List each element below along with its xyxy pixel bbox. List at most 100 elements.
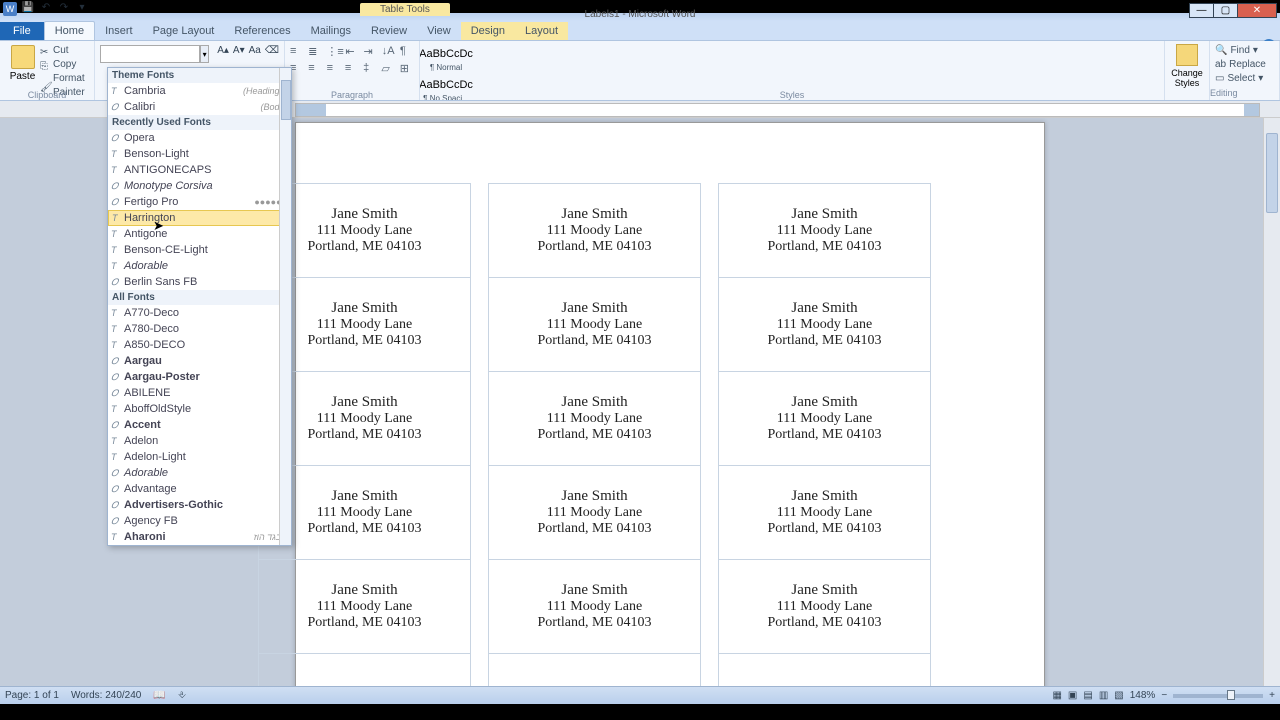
copy-button[interactable]: ⎘Copy bbox=[40, 58, 94, 72]
font-option-benson-ce-light[interactable]: TBenson-CE-Light bbox=[108, 242, 291, 258]
qat-more[interactable]: ▾ bbox=[75, 2, 89, 16]
status-overtype-icon[interactable]: ⎀ bbox=[178, 690, 186, 701]
clear-formatting-button[interactable]: ⌫ bbox=[265, 45, 279, 63]
label-cell[interactable]: Jane Smith111 Moody LanePortland, ME 041… bbox=[719, 184, 931, 278]
zoom-in-button[interactable]: + bbox=[1269, 690, 1275, 701]
tab-view[interactable]: View bbox=[417, 22, 461, 40]
window-maximize[interactable]: ▢ bbox=[1213, 3, 1238, 18]
paste-button[interactable]: Paste bbox=[5, 43, 40, 82]
align-center-button[interactable]: ≡ bbox=[308, 62, 322, 77]
font-option-aargau-poster[interactable]: 𝑂Aargau-Poster bbox=[108, 369, 291, 385]
multilevel-button[interactable]: ⋮≡ bbox=[326, 45, 341, 60]
label-cell[interactable]: Jane Smith111 Moody LanePortland, ME 041… bbox=[259, 560, 471, 654]
replace-button[interactable]: abReplace bbox=[1215, 58, 1274, 72]
font-option-advantage[interactable]: 𝑂Advantage bbox=[108, 481, 291, 497]
font-option-fertigo-pro[interactable]: 𝑂Fertigo Pro●●●●●● bbox=[108, 194, 291, 210]
font-option-agency-fb[interactable]: 𝑂Agency FB bbox=[108, 513, 291, 529]
vertical-scrollbar[interactable] bbox=[1263, 118, 1280, 686]
zoom-level[interactable]: 148% bbox=[1130, 690, 1156, 701]
font-option-monotype-corsiva[interactable]: 𝑂Monotype Corsiva bbox=[108, 178, 291, 194]
tab-page-layout[interactable]: Page Layout bbox=[143, 22, 225, 40]
label-cell[interactable]: Jane Smith111 Moody LanePortland, ME 041… bbox=[719, 466, 931, 560]
view-print-layout[interactable]: ▦ bbox=[1052, 690, 1061, 701]
status-proofing-icon[interactable]: 📖 bbox=[153, 690, 165, 701]
font-name-input[interactable] bbox=[100, 45, 200, 63]
status-page[interactable]: Page: 1 of 1 bbox=[5, 690, 59, 701]
bullets-button[interactable]: ≡ bbox=[290, 45, 304, 60]
document-page[interactable]: Jane Smith111 Moody LanePortland, ME 041… bbox=[295, 122, 1045, 686]
label-cell[interactable]: Jane Smith111 Moody LanePortland, ME 041… bbox=[719, 372, 931, 466]
font-option-harrington[interactable]: THarrington bbox=[108, 210, 291, 226]
font-option-adorable[interactable]: TAdorable bbox=[108, 258, 291, 274]
align-left-button[interactable]: ≡ bbox=[290, 62, 304, 77]
qat-save[interactable]: 💾 bbox=[21, 2, 35, 16]
font-option-a770-deco[interactable]: TA770-Deco bbox=[108, 305, 291, 321]
cut-button[interactable]: ✂Cut bbox=[40, 44, 94, 58]
tab-layout[interactable]: Layout bbox=[515, 22, 568, 40]
change-case-button[interactable]: Aa bbox=[249, 45, 261, 63]
font-option-adelon-light[interactable]: TAdelon-Light bbox=[108, 449, 291, 465]
shading-button[interactable]: ▱ bbox=[381, 62, 395, 77]
qat-redo[interactable]: ↷ bbox=[57, 2, 71, 16]
styles-gallery[interactable]: AaBbCcDc¶ NormalAaBbCcDc¶ No Spaci...AaB… bbox=[420, 41, 1165, 100]
find-button[interactable]: 🔍Find ▾ bbox=[1215, 44, 1274, 58]
font-option-accent[interactable]: 𝑂Accent bbox=[108, 417, 291, 433]
label-cell[interactable]: Jane Smith bbox=[719, 654, 931, 687]
label-cell[interactable]: Jane Smith111 Moody LanePortland, ME 041… bbox=[489, 372, 701, 466]
font-option-berlin-sans-fb[interactable]: 𝑂Berlin Sans FB bbox=[108, 274, 291, 290]
label-cell[interactable]: Jane Smith bbox=[259, 654, 471, 687]
font-option-a780-deco[interactable]: TA780-Deco bbox=[108, 321, 291, 337]
dropdown-scrollbar[interactable] bbox=[279, 68, 291, 545]
font-option-abilene[interactable]: 𝑂ABILENE bbox=[108, 385, 291, 401]
increase-indent-button[interactable]: ⇥ bbox=[364, 45, 378, 60]
font-option-antigone[interactable]: TAntigone bbox=[108, 226, 291, 242]
window-close[interactable]: ✕ bbox=[1237, 3, 1277, 18]
status-words[interactable]: Words: 240/240 bbox=[71, 690, 141, 701]
tab-home[interactable]: Home bbox=[44, 21, 95, 40]
font-option-a850-deco[interactable]: TA850-DECO bbox=[108, 337, 291, 353]
change-styles-button[interactable]: Change Styles bbox=[1165, 41, 1210, 100]
justify-button[interactable]: ≡ bbox=[345, 62, 359, 77]
tab-insert[interactable]: Insert bbox=[95, 22, 143, 40]
sort-button[interactable]: ↓A bbox=[382, 45, 396, 60]
numbering-button[interactable]: ≣ bbox=[308, 45, 322, 60]
font-option-opera[interactable]: 𝑂Opera bbox=[108, 130, 291, 146]
view-outline[interactable]: ▥ bbox=[1099, 690, 1108, 701]
align-right-button[interactable]: ≡ bbox=[327, 62, 341, 77]
zoom-out-button[interactable]: − bbox=[1161, 690, 1167, 701]
tab-references[interactable]: References bbox=[224, 22, 300, 40]
grow-font-button[interactable]: A▴ bbox=[217, 45, 229, 63]
borders-button[interactable]: ⊞ bbox=[400, 62, 414, 77]
font-option-cambria[interactable]: TCambria(Headings) bbox=[108, 83, 291, 99]
tab-design[interactable]: Design bbox=[461, 22, 515, 40]
label-cell[interactable]: Jane Smith111 Moody LanePortland, ME 041… bbox=[489, 560, 701, 654]
font-option-aboffoldstyle[interactable]: TAboffOldStyle bbox=[108, 401, 291, 417]
tab-mailings[interactable]: Mailings bbox=[301, 22, 361, 40]
scrollbar-thumb[interactable] bbox=[1266, 133, 1278, 213]
tab-review[interactable]: Review bbox=[361, 22, 417, 40]
font-option-antigonecaps[interactable]: TANTIGONECAPS bbox=[108, 162, 291, 178]
select-button[interactable]: ▭Select ▾ bbox=[1215, 72, 1274, 86]
qat-undo[interactable]: ↶ bbox=[39, 2, 53, 16]
label-cell[interactable]: Jane Smith111 Moody LanePortland, ME 041… bbox=[719, 278, 931, 372]
view-full-screen[interactable]: ▣ bbox=[1068, 690, 1077, 701]
show-marks-button[interactable]: ¶ bbox=[400, 45, 414, 60]
shrink-font-button[interactable]: A▾ bbox=[233, 45, 245, 63]
font-option-adelon[interactable]: TAdelon bbox=[108, 433, 291, 449]
tab-file[interactable]: File bbox=[0, 22, 44, 40]
font-option-benson-light[interactable]: TBenson-Light bbox=[108, 146, 291, 162]
horizontal-ruler[interactable] bbox=[295, 103, 1260, 117]
font-option-aargau[interactable]: 𝑂Aargau bbox=[108, 353, 291, 369]
label-cell[interactable]: Jane Smith111 Moody LanePortland, ME 041… bbox=[489, 278, 701, 372]
label-cell[interactable]: Jane Smith bbox=[489, 654, 701, 687]
font-option-adorable[interactable]: 𝑂Adorable bbox=[108, 465, 291, 481]
view-draft[interactable]: ▧ bbox=[1114, 690, 1123, 701]
label-cell[interactable]: Jane Smith111 Moody LanePortland, ME 041… bbox=[489, 184, 701, 278]
zoom-slider[interactable] bbox=[1173, 694, 1263, 698]
font-option-aharoni[interactable]: TAharoniאבגד הוז bbox=[108, 529, 291, 545]
font-dropdown-button[interactable]: ▾ bbox=[200, 45, 209, 63]
label-cell[interactable]: Jane Smith111 Moody LanePortland, ME 041… bbox=[489, 466, 701, 560]
font-dropdown-list[interactable]: Theme FontsTCambria(Headings)𝑂Calibri(Bo… bbox=[107, 67, 292, 546]
line-spacing-button[interactable]: ‡ bbox=[363, 62, 377, 77]
style---normal[interactable]: AaBbCcDc¶ Normal bbox=[422, 43, 470, 73]
